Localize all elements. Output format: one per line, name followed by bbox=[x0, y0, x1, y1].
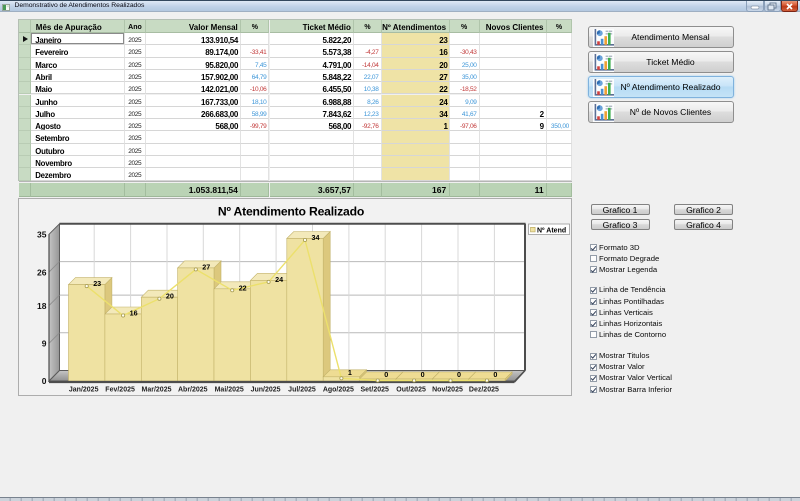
svg-text:26: 26 bbox=[37, 267, 47, 277]
svg-text:27: 27 bbox=[202, 262, 210, 271]
svg-text:Dez/2025: Dez/2025 bbox=[469, 387, 499, 394]
svg-text:18: 18 bbox=[37, 301, 47, 311]
svg-text:22: 22 bbox=[239, 283, 247, 292]
svg-text:Set/2025: Set/2025 bbox=[360, 387, 389, 394]
svg-text:Mai/2025: Mai/2025 bbox=[215, 387, 244, 394]
svg-text:Jul/2025: Jul/2025 bbox=[288, 387, 316, 394]
svg-text:20: 20 bbox=[166, 292, 174, 301]
svg-text:0: 0 bbox=[421, 370, 425, 379]
svg-text:1: 1 bbox=[348, 368, 352, 377]
svg-text:Jan/2025: Jan/2025 bbox=[69, 387, 99, 394]
svg-text:Fev/2025: Fev/2025 bbox=[105, 387, 135, 394]
svg-text:Ago/2025: Ago/2025 bbox=[323, 387, 354, 394]
svg-text:Out/2025: Out/2025 bbox=[396, 387, 426, 394]
svg-text:Nº Atend: Nº Atend bbox=[537, 228, 566, 235]
svg-text:Abr/2025: Abr/2025 bbox=[178, 387, 208, 394]
svg-text:Nº Atendimento Realizado: Nº Atendimento Realizado bbox=[218, 205, 364, 219]
svg-text:23: 23 bbox=[93, 279, 101, 288]
svg-text:0: 0 bbox=[384, 370, 388, 379]
svg-text:Mar/2025: Mar/2025 bbox=[142, 387, 172, 394]
svg-text:9: 9 bbox=[42, 339, 47, 349]
svg-text:0: 0 bbox=[42, 376, 47, 386]
svg-text:0: 0 bbox=[493, 370, 497, 379]
svg-text:16: 16 bbox=[130, 309, 138, 318]
svg-text:24: 24 bbox=[275, 275, 283, 284]
svg-text:Nov/2025: Nov/2025 bbox=[432, 387, 463, 394]
svg-text:Jun/2025: Jun/2025 bbox=[251, 387, 281, 394]
svg-text:0: 0 bbox=[457, 370, 461, 379]
svg-text:34: 34 bbox=[312, 233, 320, 242]
svg-text:35: 35 bbox=[37, 230, 47, 240]
